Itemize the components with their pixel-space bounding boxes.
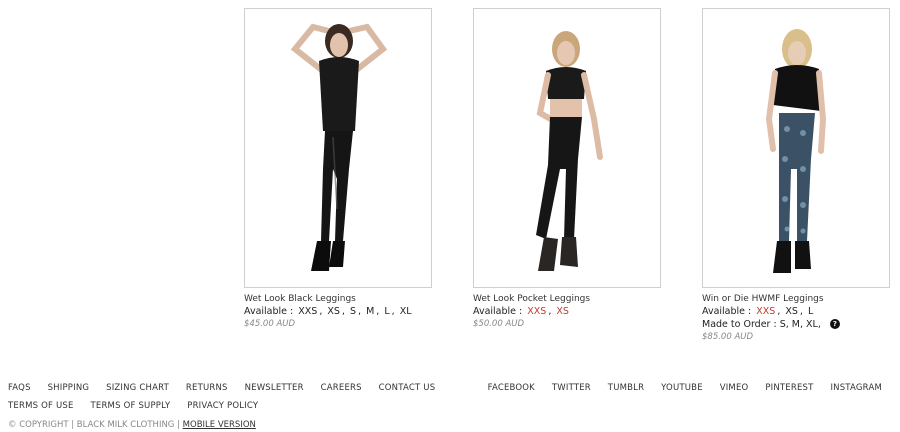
product-photo[interactable] [244, 8, 432, 288]
footer-link-faqs[interactable]: FAQS [8, 383, 31, 393]
made-to-order-label: Made to Order : [702, 319, 777, 330]
product-name[interactable]: Win or Die HWMF Leggings [702, 294, 890, 304]
available-label: Available : [473, 306, 523, 317]
available-label: Available : [702, 306, 752, 317]
product-card-2[interactable]: Wet Look Pocket Leggings Available : XXS… [473, 8, 661, 329]
footer-link-privacy-policy[interactable]: PRIVACY POLICY [187, 401, 258, 411]
footer-link-contact-us[interactable]: CONTACT US [379, 383, 436, 393]
model-figure-wet-look-black [290, 23, 388, 271]
size-option[interactable]: XXS [756, 306, 775, 317]
made-to-order-sizes[interactable]: S, M, XL, [780, 319, 821, 330]
availability-line: Available : XXS, XS, L [702, 306, 814, 317]
footer-link-sizing-chart[interactable]: SIZING CHART [106, 383, 169, 393]
size-option[interactable]: XXS [298, 306, 317, 317]
size-option[interactable]: XS [327, 306, 340, 317]
size-option[interactable]: XL [400, 306, 412, 317]
mobile-version-link[interactable]: MOBILE VERSION [183, 420, 256, 430]
product-photo[interactable] [702, 8, 890, 288]
size-option[interactable]: S [350, 306, 356, 317]
footer-link-terms-of-supply[interactable]: TERMS OF SUPPLY [90, 401, 170, 411]
social-link-youtube[interactable]: YOUTUBE [661, 383, 703, 393]
social-link-instagram[interactable]: INSTAGRAM [830, 383, 882, 393]
available-label: Available : [244, 306, 294, 317]
social-link-facebook[interactable]: FACEBOOK [488, 383, 535, 393]
footer-link-terms-of-use[interactable]: TERMS OF USE [8, 401, 74, 411]
copyright-text: © COPYRIGHT | BLACK MILK CLOTHING | [8, 420, 180, 430]
question-mark-icon[interactable]: ? [829, 319, 840, 329]
product-card-1[interactable]: Wet Look Black Leggings Available : XXS,… [244, 8, 432, 329]
size-option[interactable]: L [808, 306, 813, 317]
footer-link-shipping[interactable]: SHIPPING [48, 383, 90, 393]
social-link-twitter[interactable]: TWITTER [552, 383, 591, 393]
size-option[interactable]: XS [785, 306, 798, 317]
size-option[interactable]: XXS [527, 306, 546, 317]
availability-line: Available : XXS, XS, S, M, L, XL [244, 306, 412, 317]
size-option[interactable]: M [366, 306, 374, 317]
social-link-pinterest[interactable]: PINTEREST [765, 383, 813, 393]
social-link-vimeo[interactable]: VIMEO [720, 383, 749, 393]
model-figure-win-or-die [765, 29, 827, 273]
product-name[interactable]: Wet Look Pocket Leggings [473, 294, 661, 304]
footer-nav-row-2: TERMS OF USE TERMS OF SUPPLY PRIVACY POL… [8, 401, 272, 411]
product-price: $45.00 AUD [244, 319, 296, 329]
availability-line: Available : XXS, XS [473, 306, 569, 317]
footer-nav-row-1: FAQS SHIPPING SIZING CHART RETURNS NEWSL… [8, 383, 449, 393]
product-price: $50.00 AUD [473, 319, 525, 329]
product-name[interactable]: Wet Look Black Leggings [244, 294, 432, 304]
product-price: $85.00 AUD [702, 332, 754, 342]
made-to-order-line: Made to Order : S, M, XL, ? [702, 319, 890, 330]
copyright-line: © COPYRIGHT | BLACK MILK CLOTHING | MOBI… [8, 420, 256, 430]
social-links: FACEBOOK TWITTER TUMBLR YOUTUBE VIMEO PI… [474, 383, 882, 393]
footer-link-careers[interactable]: CAREERS [321, 383, 362, 393]
size-option[interactable]: L [384, 306, 389, 317]
footer-link-returns[interactable]: RETURNS [186, 383, 228, 393]
social-link-tumblr[interactable]: TUMBLR [608, 383, 644, 393]
product-photo[interactable] [473, 8, 661, 288]
model-figure-wet-look-pocket [536, 31, 603, 271]
footer-link-newsletter[interactable]: NEWSLETTER [245, 383, 304, 393]
product-card-3[interactable]: Win or Die HWMF Leggings Available : XXS… [702, 8, 890, 342]
size-option[interactable]: XS [556, 306, 569, 317]
